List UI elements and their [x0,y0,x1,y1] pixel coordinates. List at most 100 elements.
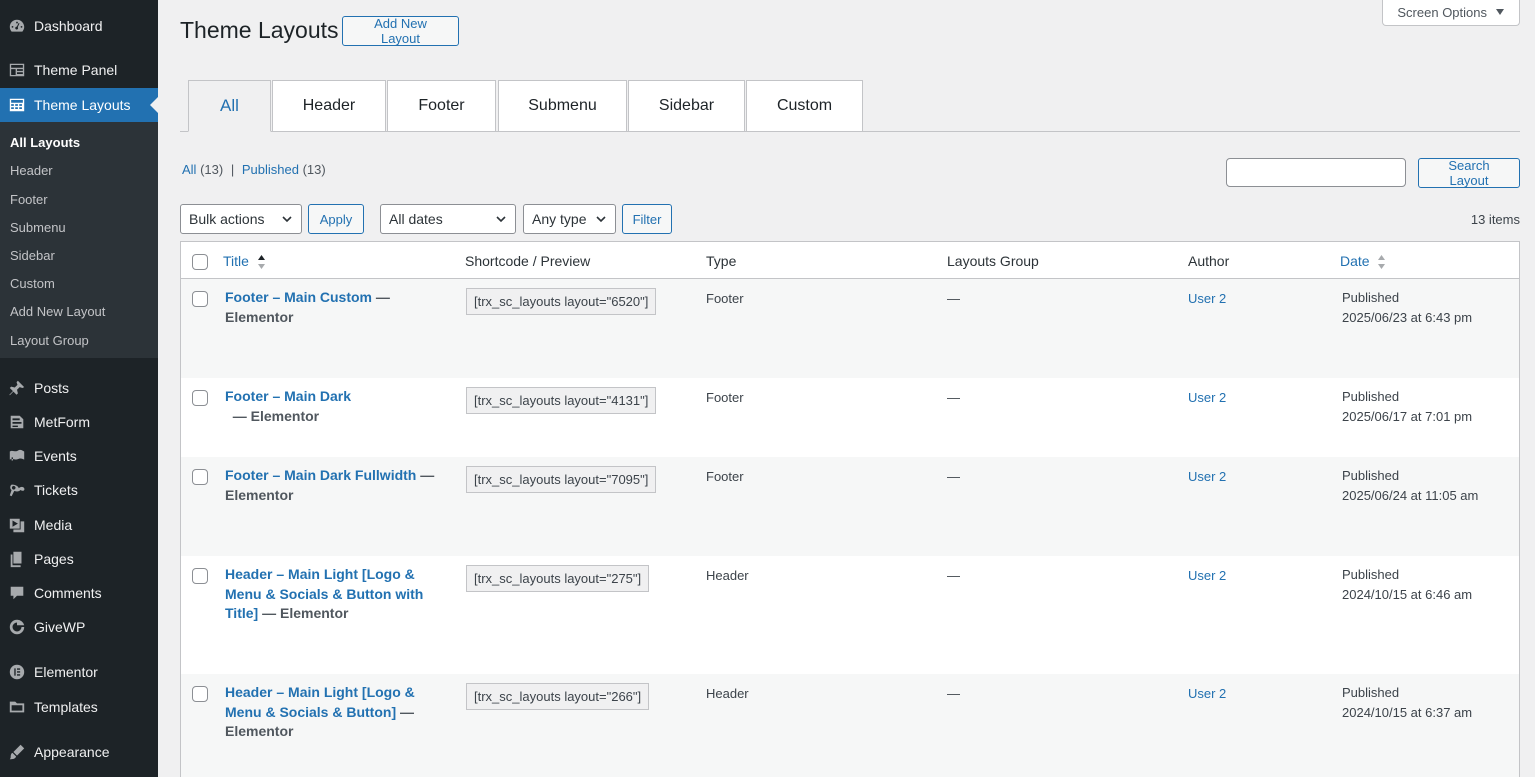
view-all-link[interactable]: All [182,162,196,177]
row-title: Header – Main Light [Logo & Menu & Socia… [225,565,430,624]
chevron-down-icon [282,216,292,223]
row-title-link[interactable]: Header – Main Light [Logo & Menu & Socia… [225,684,415,720]
shortcode-field[interactable]: [trx_sc_layouts layout="7095"] [466,466,657,493]
elementor-icon [0,663,34,681]
add-new-layout-button[interactable]: Add New Layout [342,16,459,46]
caret-down-icon [1496,9,1504,15]
date-filter-select[interactable]: All dates [380,204,516,234]
menu-posts[interactable]: Posts [0,371,158,405]
submenu-all-layouts[interactable]: All Layouts [10,135,80,150]
menu-label: Tickets [34,482,78,498]
tab-header[interactable]: Header [272,80,386,132]
menu-elementor[interactable]: Elementor [0,655,158,689]
menu-templates[interactable]: Templates [0,690,158,724]
view-published-count: (13) [302,162,326,177]
row-date-value: 2025/06/17 at 7:01 pm [1342,409,1473,424]
row-checkbox[interactable] [192,469,208,485]
filter-button[interactable]: Filter [622,204,672,234]
menu-theme-layouts[interactable]: Theme Layouts [0,88,158,122]
row-type: Footer [706,469,744,484]
shortcode-field[interactable]: [trx_sc_layouts layout="4131"] [466,387,657,414]
submenu-sidebar[interactable]: Sidebar [10,248,55,263]
menu-comments[interactable]: Comments [0,576,158,610]
row-title-suffix: — Elementor [258,605,349,621]
theme-layouts-submenu: All Layouts Header Footer Submenu Sideba… [0,122,158,358]
screen-options-label: Screen Options [1397,4,1487,20]
search-input[interactable] [1226,158,1406,187]
row-date: Published 2025/06/24 at 11:05 am [1342,466,1478,506]
chevron-down-icon [596,216,606,223]
menu-theme-panel[interactable]: Theme Panel [0,53,158,87]
row-author-link[interactable]: User 2 [1188,686,1226,701]
row-title-suffix: — Elementor [225,407,320,424]
submenu-footer[interactable]: Footer [10,192,48,207]
menu-label: Templates [34,699,98,715]
items-count: 13 items [1470,212,1520,227]
menu-givewp[interactable]: GiveWP [0,610,158,644]
menu-label: Pages [34,551,74,567]
menu-label: MetForm [34,414,90,430]
layout-tabs: All Header Footer Submenu Sidebar Custom [180,80,1520,132]
column-author: Author [1188,253,1230,269]
menu-dashboard[interactable]: Dashboard [0,9,158,43]
tab-custom[interactable]: Custom [746,80,863,132]
dashboard-icon [0,17,34,35]
row-checkbox[interactable] [192,568,208,584]
row-author-link[interactable]: User 2 [1188,568,1226,583]
view-all-count: (13) [200,162,224,177]
menu-events[interactable]: Events [0,439,158,473]
submenu-add-new-layout[interactable]: Add New Layout [10,304,105,319]
column-date[interactable]: Date [1340,253,1386,270]
row-checkbox[interactable] [192,686,208,702]
menu-label: Comments [34,585,102,601]
column-title[interactable]: Title [223,253,266,270]
shortcode-field[interactable]: [trx_sc_layouts layout="266"] [466,683,650,710]
menu-pages[interactable]: Pages [0,542,158,576]
submenu-header[interactable]: Header [10,163,53,178]
shortcode-field[interactable]: [trx_sc_layouts layout="6520"] [466,288,657,315]
date-filter-value: All dates [389,211,443,227]
row-group: — [947,291,960,306]
layouts-table: Title Shortcode / Preview Type Layouts G… [180,241,1520,777]
row-group: — [947,469,960,484]
screen-options-button[interactable]: Screen Options [1382,0,1520,26]
submenu-submenu[interactable]: Submenu [10,220,66,235]
shortcode-field[interactable]: [trx_sc_layouts layout="275"] [466,565,650,592]
status-views: All (13) | Published (13) [182,162,326,177]
row-date-value: 2025/06/24 at 11:05 am [1342,488,1479,503]
menu-media[interactable]: Media [0,508,158,542]
menu-tickets[interactable]: Tickets [0,473,158,507]
row-title-link[interactable]: Footer – Main Dark [225,388,351,404]
tab-all[interactable]: All [188,80,271,132]
type-filter-select[interactable]: Any type [523,204,616,234]
tab-sidebar[interactable]: Sidebar [628,80,745,132]
column-type: Type [706,253,737,269]
menu-appearance[interactable]: Appearance [0,735,158,769]
row-checkbox[interactable] [192,390,208,406]
row-title-link[interactable]: Footer – Main Dark Fullwidth [225,467,416,483]
apply-button[interactable]: Apply [308,204,364,234]
row-type: Footer [706,390,744,405]
bulk-actions-value: Bulk actions [189,211,265,227]
row-author-link[interactable]: User 2 [1188,390,1226,405]
row-author-link[interactable]: User 2 [1188,291,1226,306]
row-title-link[interactable]: Footer – Main Custom [225,289,372,305]
submenu-layout-group[interactable]: Layout Group [10,333,89,348]
row-author-link[interactable]: User 2 [1188,469,1226,484]
tab-footer[interactable]: Footer [387,80,496,132]
metform-icon [0,413,34,431]
view-published-link[interactable]: Published [242,162,299,177]
search-layout-button[interactable]: Search Layout [1418,158,1520,188]
tab-submenu[interactable]: Submenu [498,80,627,132]
select-all-checkbox[interactable] [192,254,208,270]
submenu-custom[interactable]: Custom [10,276,55,291]
bulk-actions-select[interactable]: Bulk actions [180,204,302,234]
chevron-down-icon [496,216,506,223]
row-group: — [947,686,960,701]
pages-icon [0,550,34,568]
row-checkbox[interactable] [192,291,208,307]
main-content: Theme Layouts Add New Layout Screen Opti… [158,0,1535,777]
sort-arrows-icon [1378,255,1386,270]
view-separator: | [230,162,235,177]
menu-metform[interactable]: MetForm [0,405,158,439]
